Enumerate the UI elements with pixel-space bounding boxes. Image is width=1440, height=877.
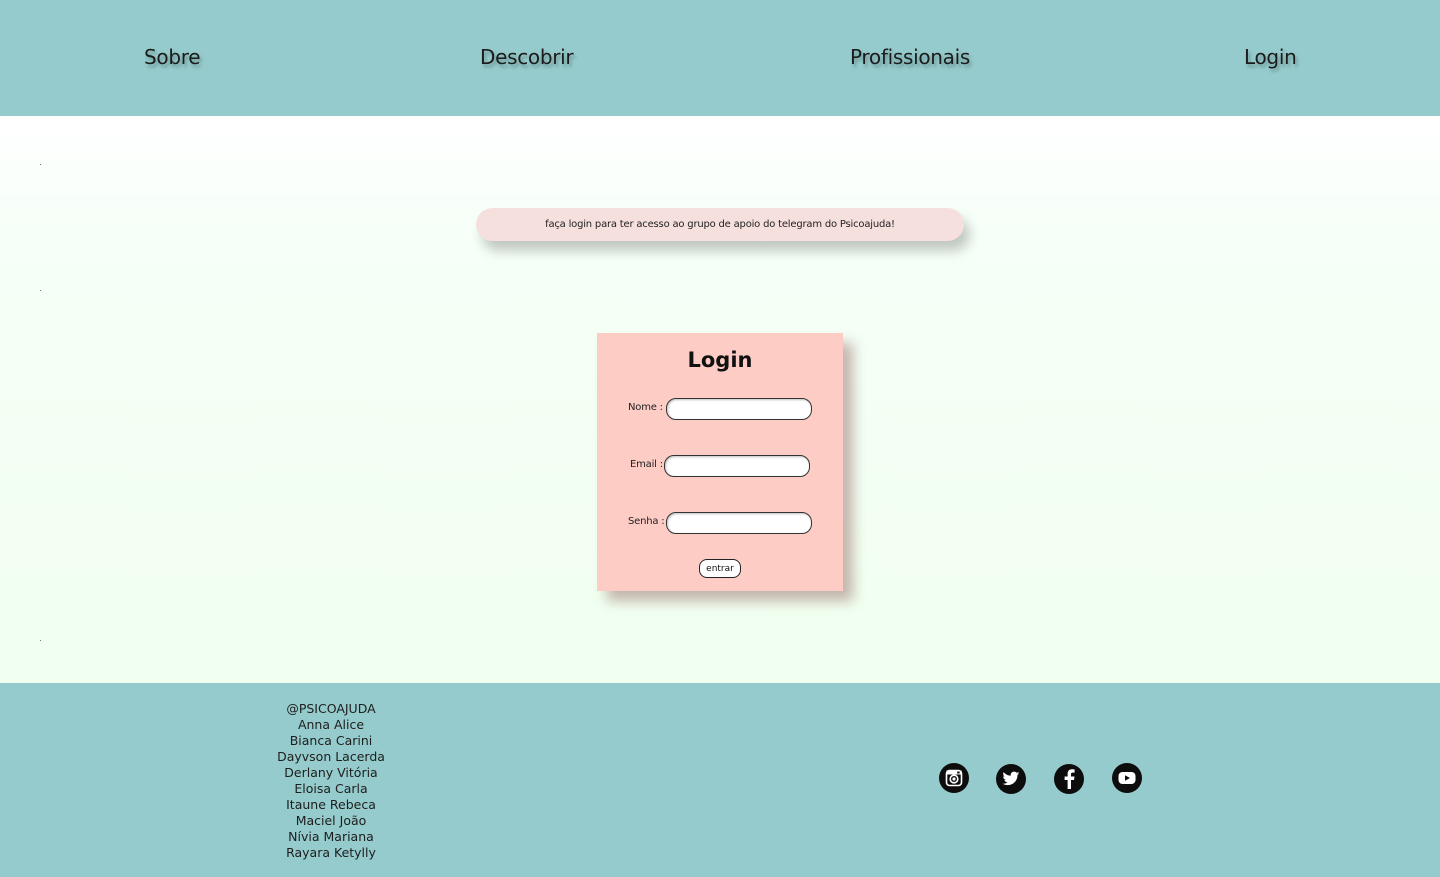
- nav-link-sobre[interactable]: Sobre: [144, 45, 201, 69]
- notice-text: faça login para ter acesso ao grupo de a…: [545, 219, 895, 230]
- telegram-notice-banner: faça login para ter acesso ao grupo de a…: [476, 208, 964, 241]
- youtube-icon[interactable]: [1113, 764, 1141, 792]
- facebook-icon[interactable]: [1055, 765, 1083, 793]
- stray-dot: [40, 290, 41, 291]
- member-name: Maciel João: [295, 813, 367, 828]
- member-name: Eloisa Carla: [294, 781, 368, 796]
- member-name: Rayara Ketylly: [286, 845, 376, 860]
- nav-link-profissionais[interactable]: Profissionais: [850, 45, 970, 69]
- login-form: Login Nome : Email : Senha : entrar: [597, 333, 843, 591]
- twitter-icon[interactable]: [997, 765, 1025, 793]
- top-navigation-bar: Sobre Descobrir Profissionais Login: [0, 0, 1440, 116]
- stray-dot: [40, 640, 41, 641]
- footer: @PSICOAJUDA Anna Alice Bianca Carini Day…: [0, 683, 1440, 877]
- stray-dot: [40, 164, 41, 165]
- member-name: Nívia Mariana: [288, 829, 374, 844]
- login-title: Login: [687, 348, 753, 372]
- credits-list: @PSICOAJUDA Anna Alice Bianca Carini Day…: [231, 701, 431, 861]
- nome-input[interactable]: [666, 398, 812, 420]
- member-name: Itaune Rebeca: [286, 797, 376, 812]
- member-name: Dayvson Lacerda: [277, 749, 385, 764]
- nome-label: Nome :: [628, 402, 663, 413]
- instagram-icon[interactable]: [940, 764, 968, 792]
- senha-label: Senha :: [628, 516, 665, 527]
- member-name: Bianca Carini: [289, 733, 373, 748]
- nav-link-descobrir[interactable]: Descobrir: [480, 45, 574, 69]
- entrar-button[interactable]: entrar: [699, 559, 741, 578]
- nav-link-login[interactable]: Login: [1244, 45, 1297, 69]
- email-input[interactable]: [664, 455, 810, 477]
- main-content: faça login para ter acesso ao grupo de a…: [0, 116, 1440, 683]
- footer-handle: @PSICOAJUDA: [286, 701, 376, 716]
- member-name: Anna Alice: [297, 717, 365, 732]
- senha-input[interactable]: [666, 512, 812, 534]
- email-label: Email :: [630, 459, 663, 470]
- member-name: Derlany Vitória: [284, 765, 378, 780]
